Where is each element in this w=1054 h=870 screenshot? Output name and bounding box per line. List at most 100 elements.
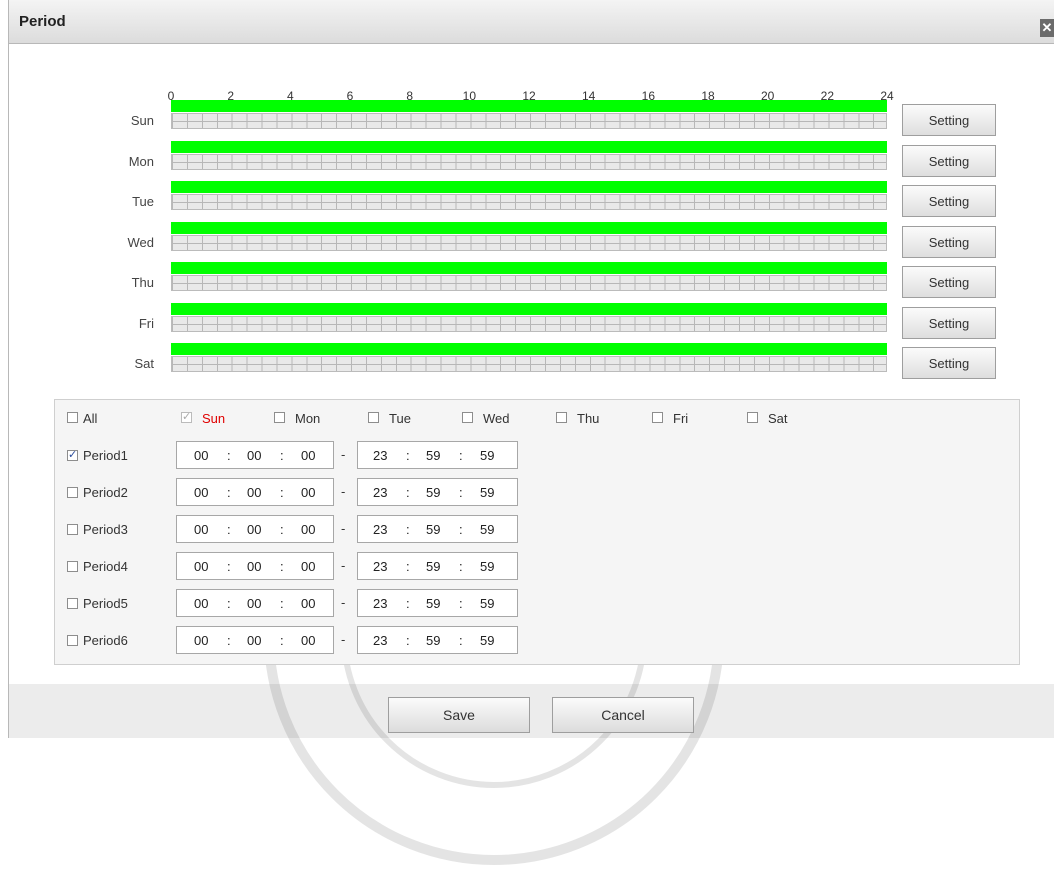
start-time-segment[interactable]: 00 xyxy=(301,633,315,648)
start-time-segment[interactable]: 00 xyxy=(247,633,261,648)
end-time-segment[interactable]: 59 xyxy=(426,559,440,574)
end-time-segment[interactable]: 59 xyxy=(426,448,440,463)
start-time-segment[interactable]: 00 xyxy=(194,633,208,648)
setting-button[interactable]: Setting xyxy=(902,104,996,136)
start-time-segment[interactable]: 00 xyxy=(194,559,208,574)
period-label: Period4 xyxy=(83,559,128,574)
time-separator: : xyxy=(406,485,410,500)
period-checkbox[interactable] xyxy=(67,635,78,646)
range-separator: - xyxy=(341,447,346,462)
end-time-segment[interactable]: 23 xyxy=(373,522,387,537)
day-checkbox-fri[interactable] xyxy=(652,412,663,423)
end-time-segment[interactable]: 59 xyxy=(480,448,494,463)
setting-button[interactable]: Setting xyxy=(902,266,996,298)
period-label: Period3 xyxy=(83,522,128,537)
period-checkbox[interactable] xyxy=(67,487,78,498)
cancel-button[interactable]: Cancel xyxy=(552,697,694,733)
end-time-input[interactable]: 23 59 59:: xyxy=(357,478,518,506)
setting-button[interactable]: Setting xyxy=(902,347,996,379)
day-label-sat: Sat xyxy=(768,411,788,426)
setting-button[interactable]: Setting xyxy=(902,225,996,258)
day-time-grid[interactable] xyxy=(171,113,887,129)
range-separator: - xyxy=(341,632,346,647)
end-time-segment[interactable]: 23 xyxy=(373,485,387,500)
end-time-segment[interactable]: 59 xyxy=(426,485,440,500)
start-time-input[interactable]: 00 00 00:: xyxy=(176,626,334,654)
end-time-segment[interactable]: 59 xyxy=(480,633,494,648)
end-time-segment[interactable]: 23 xyxy=(373,633,387,648)
start-time-segment[interactable]: 00 xyxy=(247,522,261,537)
start-time-segment[interactable]: 00 xyxy=(247,559,261,574)
end-time-segment[interactable]: 23 xyxy=(373,596,387,611)
start-time-segment[interactable]: 00 xyxy=(194,485,208,500)
period-checkbox[interactable] xyxy=(67,561,78,572)
end-time-segment[interactable]: 59 xyxy=(480,522,494,537)
day-label-wed: Wed xyxy=(483,411,510,426)
close-icon[interactable]: ✕ xyxy=(1040,19,1054,37)
day-checkbox-tue[interactable] xyxy=(368,412,379,423)
all-checkbox[interactable] xyxy=(67,412,78,423)
end-time-segment[interactable]: 23 xyxy=(373,448,387,463)
start-time-segment[interactable]: 00 xyxy=(194,448,208,463)
end-time-input[interactable]: 23 59 59:: xyxy=(357,441,518,469)
time-separator: : xyxy=(227,485,231,500)
start-time-input[interactable]: 00 00 00:: xyxy=(176,515,334,543)
range-separator: - xyxy=(341,595,346,610)
end-time-input[interactable]: 23 59 59:: xyxy=(357,589,518,617)
start-time-segment[interactable]: 00 xyxy=(194,596,208,611)
day-active-bar xyxy=(171,262,887,274)
day-checkbox-mon[interactable] xyxy=(274,412,285,423)
end-time-input[interactable]: 23 59 59:: xyxy=(357,552,518,580)
end-time-segment[interactable]: 23 xyxy=(373,559,387,574)
start-time-input[interactable]: 00 00 00:: xyxy=(176,478,334,506)
day-checkbox-sat[interactable] xyxy=(747,412,758,423)
start-time-segment[interactable]: 00 xyxy=(194,522,208,537)
day-label-mon: Mon xyxy=(295,411,321,426)
period-checkbox[interactable] xyxy=(67,524,78,535)
end-time-input[interactable]: 23 59 59:: xyxy=(357,515,518,543)
save-button[interactable]: Save xyxy=(388,697,530,733)
day-time-grid[interactable] xyxy=(171,153,887,170)
end-time-segment[interactable]: 59 xyxy=(480,596,494,611)
day-time-grid[interactable] xyxy=(171,315,887,332)
period-checkbox[interactable] xyxy=(67,598,78,609)
start-time-segment[interactable]: 00 xyxy=(247,596,261,611)
period-label: Period2 xyxy=(83,485,128,500)
day-time-grid[interactable] xyxy=(171,234,887,251)
time-separator: : xyxy=(406,633,410,648)
time-separator: : xyxy=(406,522,410,537)
start-time-segment[interactable]: 00 xyxy=(301,559,315,574)
start-time-input[interactable]: 00 00 00:: xyxy=(176,441,334,469)
end-time-segment[interactable]: 59 xyxy=(426,596,440,611)
time-separator: : xyxy=(227,522,231,537)
day-time-grid[interactable] xyxy=(171,275,887,291)
start-time-segment[interactable]: 00 xyxy=(301,448,315,463)
day-label: Fri xyxy=(138,315,154,331)
start-time-segment[interactable]: 00 xyxy=(301,596,315,611)
start-time-segment[interactable]: 00 xyxy=(247,485,261,500)
day-checkbox-wed[interactable] xyxy=(462,412,473,423)
end-time-segment[interactable]: 59 xyxy=(480,559,494,574)
end-time-segment[interactable]: 59 xyxy=(426,522,440,537)
day-checkbox-thu[interactable] xyxy=(556,412,567,423)
start-time-segment[interactable]: 00 xyxy=(301,522,315,537)
day-time-grid[interactable] xyxy=(171,194,887,210)
setting-button[interactable]: Setting xyxy=(902,144,996,177)
time-separator: : xyxy=(459,522,463,537)
day-label: Sun xyxy=(130,113,154,128)
end-time-input[interactable]: 23 59 59:: xyxy=(357,626,518,654)
time-separator: : xyxy=(227,633,231,648)
end-time-segment[interactable]: 59 xyxy=(480,485,494,500)
setting-button[interactable]: Setting xyxy=(902,306,996,339)
start-time-input[interactable]: 00 00 00:: xyxy=(176,589,334,617)
period-checkbox[interactable]: ✓ xyxy=(67,450,78,461)
setting-button[interactable]: Setting xyxy=(902,185,996,217)
start-time-segment[interactable]: 00 xyxy=(247,448,261,463)
start-time-input[interactable]: 00 00 00:: xyxy=(176,552,334,580)
start-time-segment[interactable]: 00 xyxy=(301,485,315,500)
end-time-segment[interactable]: 59 xyxy=(426,633,440,648)
time-separator: : xyxy=(406,559,410,574)
time-separator: : xyxy=(459,559,463,574)
time-separator: : xyxy=(280,559,284,574)
day-time-grid[interactable] xyxy=(171,356,887,372)
